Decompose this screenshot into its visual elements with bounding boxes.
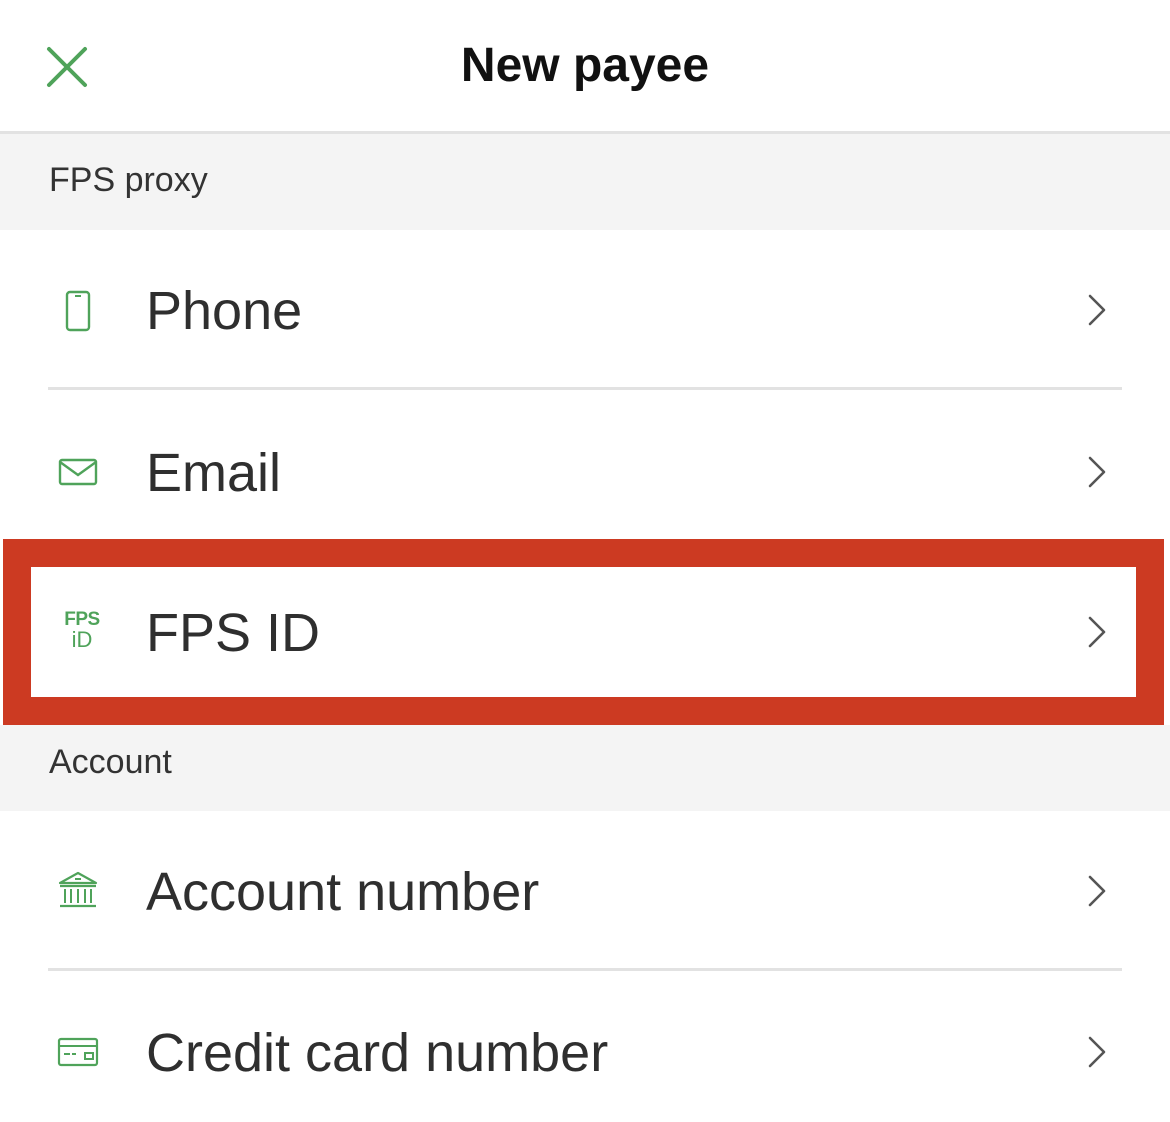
phone-icon (65, 290, 91, 332)
chevron-right-icon (1088, 294, 1106, 326)
row-credit-card-number[interactable]: Credit card number (0, 972, 1170, 1122)
section-header-fps-proxy: FPS proxy (0, 134, 1170, 230)
row-fps-id[interactable]: FPS ID (0, 552, 1170, 712)
row-account-number[interactable]: Account number (0, 811, 1170, 971)
chevron-right-icon (1088, 456, 1106, 488)
header-bar: New payee (0, 0, 1170, 134)
chevron-right-icon (1088, 616, 1106, 648)
bank-icon (58, 871, 98, 908)
row-label: Account number (146, 862, 540, 922)
chevron-right-icon (1088, 875, 1106, 907)
section-header-account: Account (0, 725, 1170, 811)
chevron-right-icon (1088, 1036, 1106, 1068)
row-label: FPS ID (146, 603, 321, 663)
fps-id-icon: FPS iD (60, 610, 104, 660)
row-phone[interactable]: Phone (0, 230, 1170, 390)
divider (48, 968, 1122, 971)
section-title: Account (49, 743, 172, 781)
row-email[interactable]: Email (0, 392, 1170, 552)
section-title: FPS proxy (49, 161, 208, 199)
row-label: Credit card number (146, 1023, 609, 1083)
divider (48, 387, 1122, 390)
fps-id-icon-bottom: iD (71, 627, 93, 652)
page-title: New payee (460, 39, 710, 92)
credit-card-icon (57, 1037, 99, 1067)
mail-icon (58, 458, 98, 486)
row-label: Phone (146, 281, 303, 341)
row-label: Email (146, 443, 282, 503)
